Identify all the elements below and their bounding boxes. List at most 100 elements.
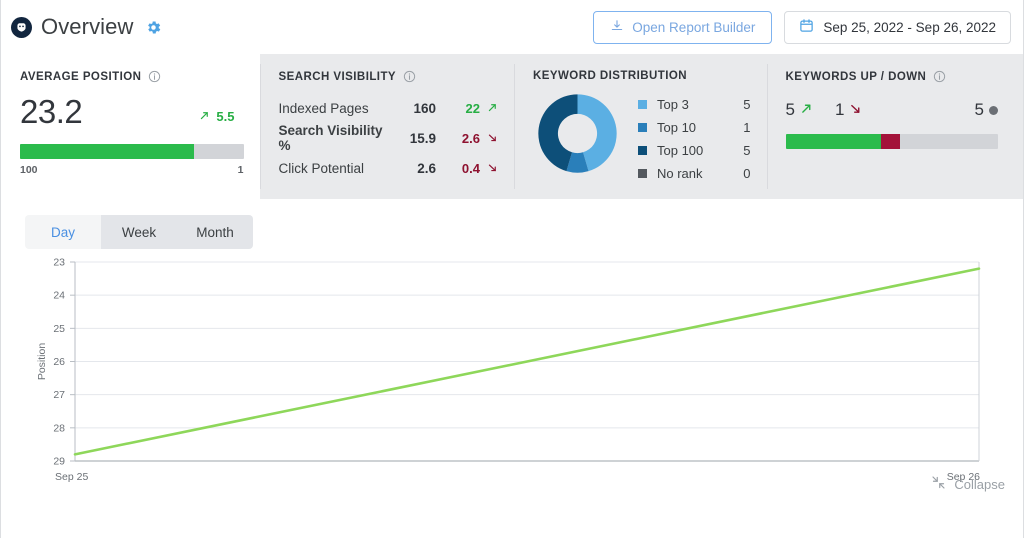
legend-swatch [638,123,647,132]
average-position-bar-fill [20,144,195,159]
keywords-up: 5 [786,100,813,120]
delta-value: 22 [465,100,480,116]
date-range-label: Sep 25, 2022 - Sep 26, 2022 [823,19,996,35]
search-visibility-row: Click Potential 2.6 0.4 [279,153,499,183]
legend-value: 5 [743,97,751,112]
keywords-up-bar-segment [785,134,882,149]
legend-label: Top 10 [657,120,697,135]
download-icon [610,19,624,36]
search-visibility-row-label: Indexed Pages [278,100,369,116]
kpi-strip: AVERAGE POSITION 23.2 5.5 100 1 SEARCH V… [1,54,1023,199]
tab-month[interactable]: Month [177,215,253,249]
keyword-distribution-legend: Top 3 5 Top 10 1 Top 100 5 No rank 0 [638,89,751,185]
keywords-down-bar-segment [881,134,901,149]
average-position-delta: 5.5 [199,109,235,128]
y-axis-tick-label: 27 [53,389,65,401]
keywords-up-down-values: 5 1 5 [786,100,1008,120]
legend-swatch [638,146,647,155]
y-axis-tick-label: 24 [53,290,65,302]
search-visibility-row-label: Click Potential [278,160,365,176]
open-report-builder-label: Open Report Builder [632,19,756,35]
search-visibility-row-value: 15.9 [409,130,436,146]
calendar-icon [799,18,814,36]
card-average-position: AVERAGE POSITION 23.2 5.5 100 1 [1,54,260,199]
info-icon[interactable] [933,70,946,83]
date-range-picker[interactable]: Sep 25, 2022 - Sep 26, 2022 [784,10,1011,44]
search-visibility-row-delta: 22 [436,101,498,116]
dot-icon [989,105,998,115]
legend-item: Top 3 5 [638,93,751,116]
y-axis-tick-label: 25 [53,323,65,335]
legend-item: Top 100 5 [638,139,751,162]
keywords-down: 1 [835,100,862,120]
legend-label: Top 3 [657,97,689,112]
legend-value: 1 [743,120,751,135]
keywords-unchanged: 5 [975,100,998,120]
legend-item: Top 10 1 [638,116,751,139]
card-title-average-position: AVERAGE POSITION [20,70,244,83]
legend-value: 0 [743,166,751,181]
tab-week[interactable]: Week [101,215,177,249]
search-visibility-rows: Indexed Pages 160 22 Search Visibility % 15.… [279,93,499,183]
page-header: Overview Open Report Builder Sep 25, 202… [1,0,1023,54]
delta-value: 2.6 [461,130,480,146]
collapse-label: Collapse [954,476,1005,492]
chart-granularity-tabs: Day Week Month [25,215,1023,249]
card-title-text: SEARCH VISIBILITY [278,70,397,83]
legend-label: No rank [657,166,703,181]
delta-value: 0.4 [461,160,480,176]
card-search-visibility: SEARCH VISIBILITY Indexed Pages 160 22 Sear… [259,54,514,199]
arrow-down-icon [487,161,498,176]
legend-value: 5 [743,143,751,158]
search-visibility-row-delta: 0.4 [436,161,498,176]
average-position-value-row: 23.2 5.5 [20,95,244,128]
dashboard-page: Overview Open Report Builder Sep 25, 202… [0,0,1024,538]
average-position-bar [20,144,244,159]
legend-swatch [638,100,647,109]
y-axis-tick-label: 29 [53,456,65,468]
info-icon[interactable] [148,70,161,83]
legend-item: No rank 0 [638,162,751,185]
card-title-keywords-up-down: KEYWORDS UP / DOWN [786,70,1008,83]
card-title-keyword-distribution: KEYWORD DISTRIBUTION [533,70,751,82]
card-title-text: AVERAGE POSITION [20,70,142,83]
position-line-chart: 23 24 25 26 27 28 29 Position Sep 25 Sep 26 Colla… [1,249,1023,499]
tab-day[interactable]: Day [25,215,101,249]
x-axis-tick-label: Sep 25 [55,471,88,483]
chart-granularity-tabs-wrap: Day Week Month [1,199,1023,249]
arrow-down-icon [849,100,862,120]
legend-label: Top 100 [657,143,704,158]
average-position-scale: 100 1 [20,164,244,176]
settings-gear-icon[interactable] [145,19,162,36]
app-logo-icon [11,16,32,38]
card-keyword-distribution: KEYWORD DISTRIBUTION Top 3 5 Top 10 1 Top 10… [514,54,767,199]
search-visibility-row-value: 2.6 [417,160,436,176]
collapse-button[interactable]: Collapse [931,475,1005,493]
scale-left-label: 100 [20,164,38,176]
page-title: Overview [41,14,134,39]
arrow-up-icon [199,109,210,124]
legend-swatch [638,169,647,178]
card-title-text: KEYWORDS UP / DOWN [785,70,927,83]
keywords-up-down-bar [785,134,998,149]
keywords-down-value: 1 [834,100,845,119]
average-position-delta-value: 5.5 [216,109,235,124]
open-report-builder-button[interactable]: Open Report Builder [593,10,773,44]
y-axis-tick-label: 26 [53,356,65,368]
arrow-down-icon [487,131,498,146]
arrow-up-icon [800,100,813,120]
search-visibility-row-value: 160 [413,100,436,116]
y-axis-tick-label: 28 [53,422,65,434]
search-visibility-row: Search Visibility % 15.9 2.6 [279,123,499,153]
keyword-distribution-donut-chart [533,89,622,183]
search-visibility-row-label: Search Visibility % [278,123,383,153]
keywords-up-value: 5 [785,100,795,119]
search-visibility-row-delta: 2.6 [436,131,498,146]
info-icon[interactable] [403,70,416,83]
scale-right-label: 1 [237,164,244,176]
average-position-value: 23.2 [20,93,83,130]
keyword-distribution-body: Top 3 5 Top 10 1 Top 100 5 No rank 0 [533,89,751,185]
card-title-text: KEYWORD DISTRIBUTION [533,70,688,82]
arrow-up-icon [487,101,498,116]
keywords-unchanged-value: 5 [974,100,984,119]
